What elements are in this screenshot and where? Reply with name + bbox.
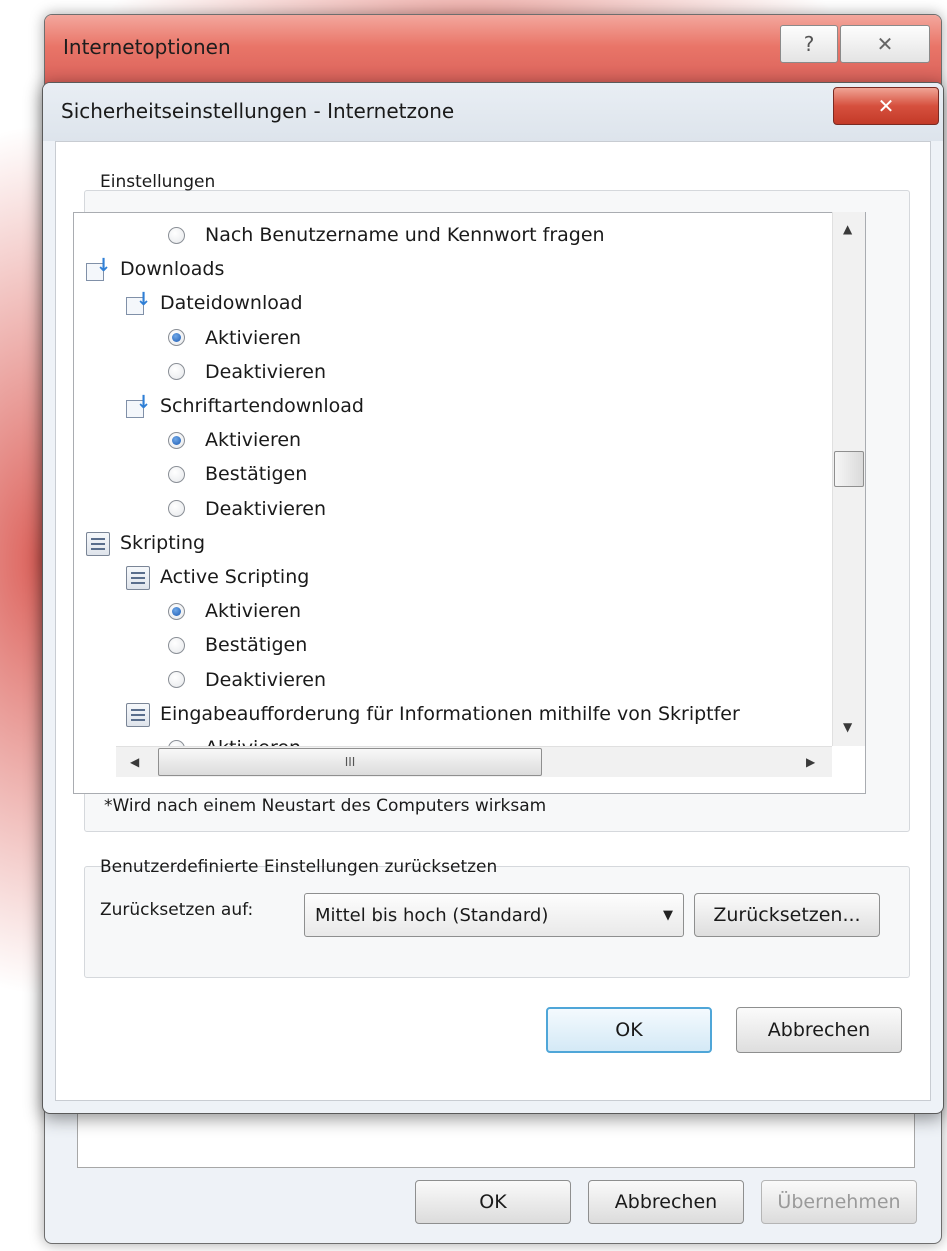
tree-item-label: Schriftartendownload xyxy=(160,395,364,417)
tree-item-label: Skripting xyxy=(120,531,206,554)
download-icon: ↓ xyxy=(124,394,154,418)
radio-option[interactable]: Bestätigen xyxy=(168,630,307,660)
script-icon xyxy=(124,565,154,590)
scroll-right-arrow-icon[interactable]: ▶ xyxy=(806,755,815,769)
scroll-left-arrow-icon[interactable]: ◀ xyxy=(130,755,139,769)
security-settings-titlebar: Sicherheitseinstellungen - Internetzone xyxy=(43,83,943,141)
radio-checked-icon[interactable] xyxy=(168,431,185,449)
scroll-up-arrow-icon[interactable]: ▲ xyxy=(843,222,852,236)
tree-node: Skripting xyxy=(84,528,205,558)
tree-node: Eingabeaufforderung für Informationen mi… xyxy=(124,699,740,729)
radio-option[interactable]: Deaktivieren xyxy=(168,665,326,695)
horizontal-scroll-thumb[interactable]: III xyxy=(158,748,542,776)
internet-options-apply-button[interactable]: Übernehmen xyxy=(761,1180,917,1224)
radio-checked-icon[interactable] xyxy=(168,329,185,347)
radio-option[interactable]: Bestätigen xyxy=(168,459,307,489)
tree-node: ↓ Dateidownload xyxy=(124,288,303,318)
settings-tree[interactable]: Nach Benutzername und Kennwort fragen ↓ Do… xyxy=(73,212,866,794)
tree-item-label: Eingabeaufforderung für Informationen mi… xyxy=(160,702,740,725)
tree-item-label: Nach Benutzername und Kennwort fragen xyxy=(205,224,605,246)
tree-item-label: Deaktivieren xyxy=(205,360,327,383)
radio-option[interactable]: Deaktivieren xyxy=(168,494,326,524)
download-icon: ↓ xyxy=(124,291,154,316)
close-x-icon: ✕ xyxy=(877,94,895,118)
radio-option[interactable]: Aktivieren xyxy=(168,323,301,353)
reset-level-select[interactable]: Mittel bis hoch (Standard) ▼ xyxy=(304,893,684,937)
reset-to-label: Zurücksetzen auf: xyxy=(100,900,254,920)
internet-options-panel xyxy=(77,1110,915,1168)
close-x-icon: ✕ xyxy=(876,32,894,56)
question-icon: ? xyxy=(803,32,815,56)
security-settings-title: Sicherheitseinstellungen - Internetzone xyxy=(61,99,455,123)
radio-unchecked-icon[interactable] xyxy=(168,636,185,654)
reset-group-label: Benutzerdefinierte Einstellungen zurücks… xyxy=(100,857,498,877)
reset-button[interactable]: Zurücksetzen... xyxy=(694,893,880,937)
tree-item-label: Aktivieren xyxy=(205,600,302,623)
security-settings-close-button[interactable]: ✕ xyxy=(833,87,939,125)
radio-unchecked-icon[interactable] xyxy=(168,226,185,244)
cancel-button[interactable]: Abbrechen xyxy=(736,1007,902,1053)
tree-item-label: Bestätigen xyxy=(205,634,308,657)
tree-item-label: Bestätigen xyxy=(205,463,308,486)
internet-options-close-button[interactable]: ✕ xyxy=(840,25,930,63)
script-icon xyxy=(124,702,154,727)
tree-item-label: Dateidownload xyxy=(160,292,303,315)
tree-node: ↓ Schriftartendownload xyxy=(124,391,364,421)
script-icon xyxy=(84,531,114,556)
scroll-down-arrow-icon[interactable]: ▼ xyxy=(843,720,852,734)
reset-level-value: Mittel bis hoch (Standard) xyxy=(315,904,549,926)
tree-item-label: Deaktivieren xyxy=(205,668,327,691)
tree-node: Active Scripting xyxy=(124,562,309,592)
tree-item-label: Active Scripting xyxy=(160,566,310,588)
radio-option[interactable]: Deaktivieren xyxy=(168,357,326,387)
dropdown-arrow-icon: ▼ xyxy=(663,907,673,923)
radio-unchecked-icon[interactable] xyxy=(168,500,185,518)
ok-button[interactable]: OK xyxy=(546,1007,712,1053)
radio-checked-icon[interactable] xyxy=(168,602,185,620)
internet-options-title: Internetoptionen xyxy=(63,35,231,59)
settings-group-label: Einstellungen xyxy=(100,172,216,192)
radio-unchecked-icon[interactable] xyxy=(168,363,185,381)
internet-options-cancel-button[interactable]: Abbrechen xyxy=(588,1180,744,1224)
grip-icon: III xyxy=(344,755,356,769)
radio-unchecked-icon[interactable] xyxy=(168,465,185,483)
tree-node: ↓ Downloads xyxy=(84,254,224,284)
restart-note: *Wird nach einem Neustart des Computers … xyxy=(104,796,547,816)
tree-item-label: Downloads xyxy=(120,258,225,281)
tree-item-label: Deaktivieren xyxy=(205,497,327,520)
vertical-scroll-thumb[interactable] xyxy=(834,451,864,487)
internet-options-ok-button[interactable]: OK xyxy=(415,1180,571,1224)
radio-option[interactable]: Nach Benutzername und Kennwort fragen xyxy=(168,220,605,250)
help-button[interactable]: ? xyxy=(780,25,838,63)
radio-unchecked-icon[interactable] xyxy=(168,671,185,689)
download-icon: ↓ xyxy=(84,257,114,282)
radio-option[interactable]: Aktivieren xyxy=(168,425,301,455)
tree-item-label: Aktivieren xyxy=(205,326,302,349)
tree-item-label: Aktivieren xyxy=(205,429,302,452)
radio-option[interactable]: Aktivieren xyxy=(168,596,301,626)
